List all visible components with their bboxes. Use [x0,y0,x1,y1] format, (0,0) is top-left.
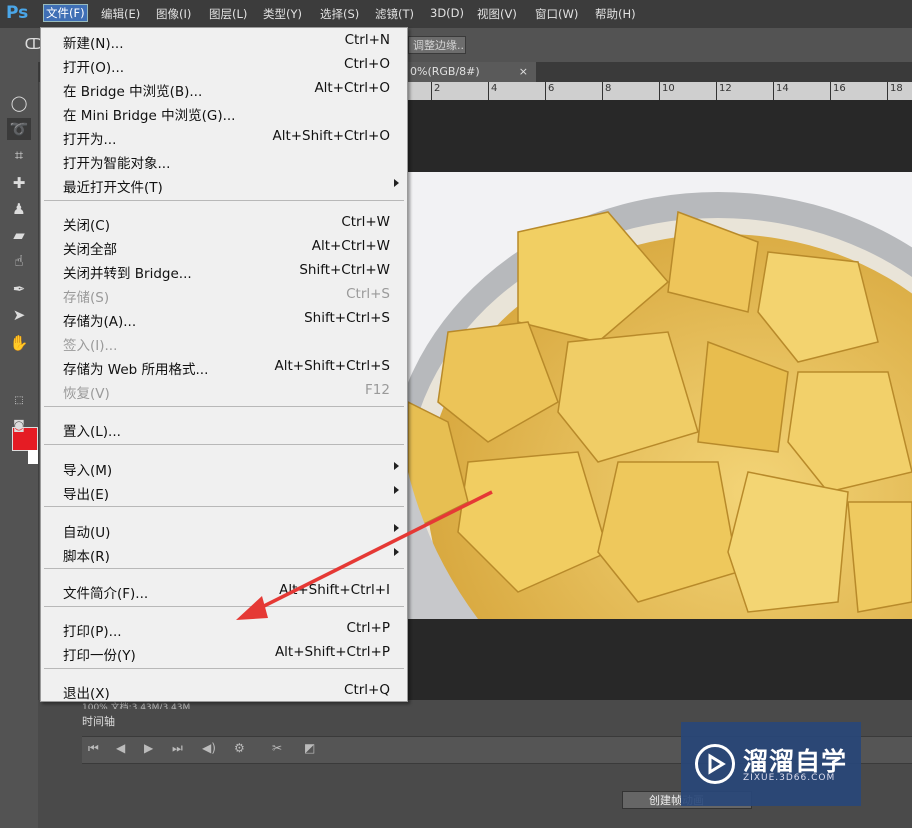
play-logo-icon [695,744,735,784]
annotation-arrow [236,490,493,620]
watermark-logo: 溜溜自学 ZIXUE.3D66.COM [681,722,861,806]
watermark-url: ZIXUE.3D66.COM [743,773,836,783]
